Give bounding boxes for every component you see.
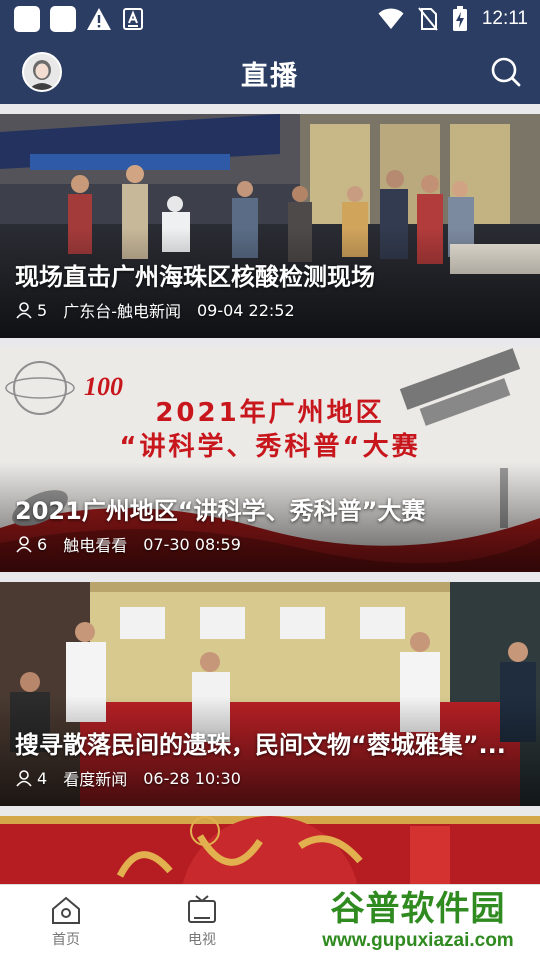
source-name: 看度新闻	[63, 770, 128, 789]
viewer-count: 4	[37, 768, 48, 788]
font-download-icon	[123, 8, 143, 30]
poster-heading: 2021年广州地区	[155, 398, 385, 428]
live-title: 现场直击广州海珠区核酸检测现场	[15, 263, 375, 291]
system-icons: 12:11	[378, 6, 528, 32]
search-icon[interactable]	[490, 56, 522, 88]
source-name: 触电看看	[63, 536, 128, 555]
live-title: 搜寻散落民间的遗珠，民间文物“蓉城雅集”...	[15, 731, 506, 759]
publish-time: 09-04 22:52	[196, 300, 295, 320]
notification-app-icon	[50, 6, 76, 32]
viewer-icon	[16, 770, 32, 787]
nav-item-tv[interactable]: 电视	[142, 885, 262, 960]
live-meta: 6 触电看看 07-30 08:59	[15, 532, 241, 556]
tv-icon	[188, 895, 216, 923]
nav-label: 首页	[52, 932, 80, 948]
viewer-count: 6	[37, 534, 48, 554]
viewer-count: 5	[37, 300, 48, 320]
wifi-icon	[378, 8, 404, 29]
viewer-icon	[16, 302, 32, 319]
nav-item-home[interactable]: 首页	[6, 885, 126, 960]
page-title: 直播	[241, 61, 299, 92]
notification-app-icon	[14, 6, 40, 32]
live-meta: 5 广东台-触电新闻 09-04 22:52	[15, 298, 295, 322]
home-icon	[52, 896, 80, 924]
source-name: 广东台-触电新闻	[63, 302, 181, 321]
live-card[interactable]: 搜寻散落民间的遗珠，民间文物“蓉城雅集”... 4 看度新闻 06-28 10:…	[0, 582, 540, 806]
notification-icons	[14, 6, 144, 32]
app-bar: 直播	[0, 38, 540, 104]
publish-time: 07-30 08:59	[143, 534, 241, 554]
live-title: 2021广州地区“讲科学、秀科普”大赛	[15, 497, 426, 525]
live-thumbnail	[0, 816, 540, 884]
watermark-url: www.gupuxiazai.com	[322, 930, 514, 951]
status-bar: 12:11	[0, 0, 540, 38]
live-card[interactable]: 100 2021年广州地区 “讲科学、秀科普“大赛 2021广州地区“讲科学、秀…	[0, 348, 540, 572]
battery-charging-icon	[452, 6, 467, 31]
clock: 12:11	[481, 8, 528, 29]
warning-icon	[87, 8, 111, 30]
live-feed[interactable]: 现场直击广州海珠区核酸检测现场 5 广东台-触电新闻 09-04 22:52 1…	[0, 104, 540, 884]
poster-subheading: “讲科学、秀科普“大赛	[119, 432, 421, 462]
watermark-title: 谷普软件园	[330, 889, 506, 929]
no-sim-icon	[418, 7, 438, 31]
publish-time: 06-28 10:30	[143, 768, 241, 788]
watermark: 谷普软件园 www.gupuxiazai.com	[296, 884, 540, 960]
live-meta: 4 看度新闻 06-28 10:30	[15, 766, 241, 790]
nav-label: 电视	[188, 932, 216, 948]
live-card[interactable]: 现场直击广州海珠区核酸检测现场 5 广东台-触电新闻 09-04 22:52	[0, 114, 540, 338]
live-card[interactable]	[0, 816, 540, 884]
viewer-icon	[16, 536, 32, 553]
